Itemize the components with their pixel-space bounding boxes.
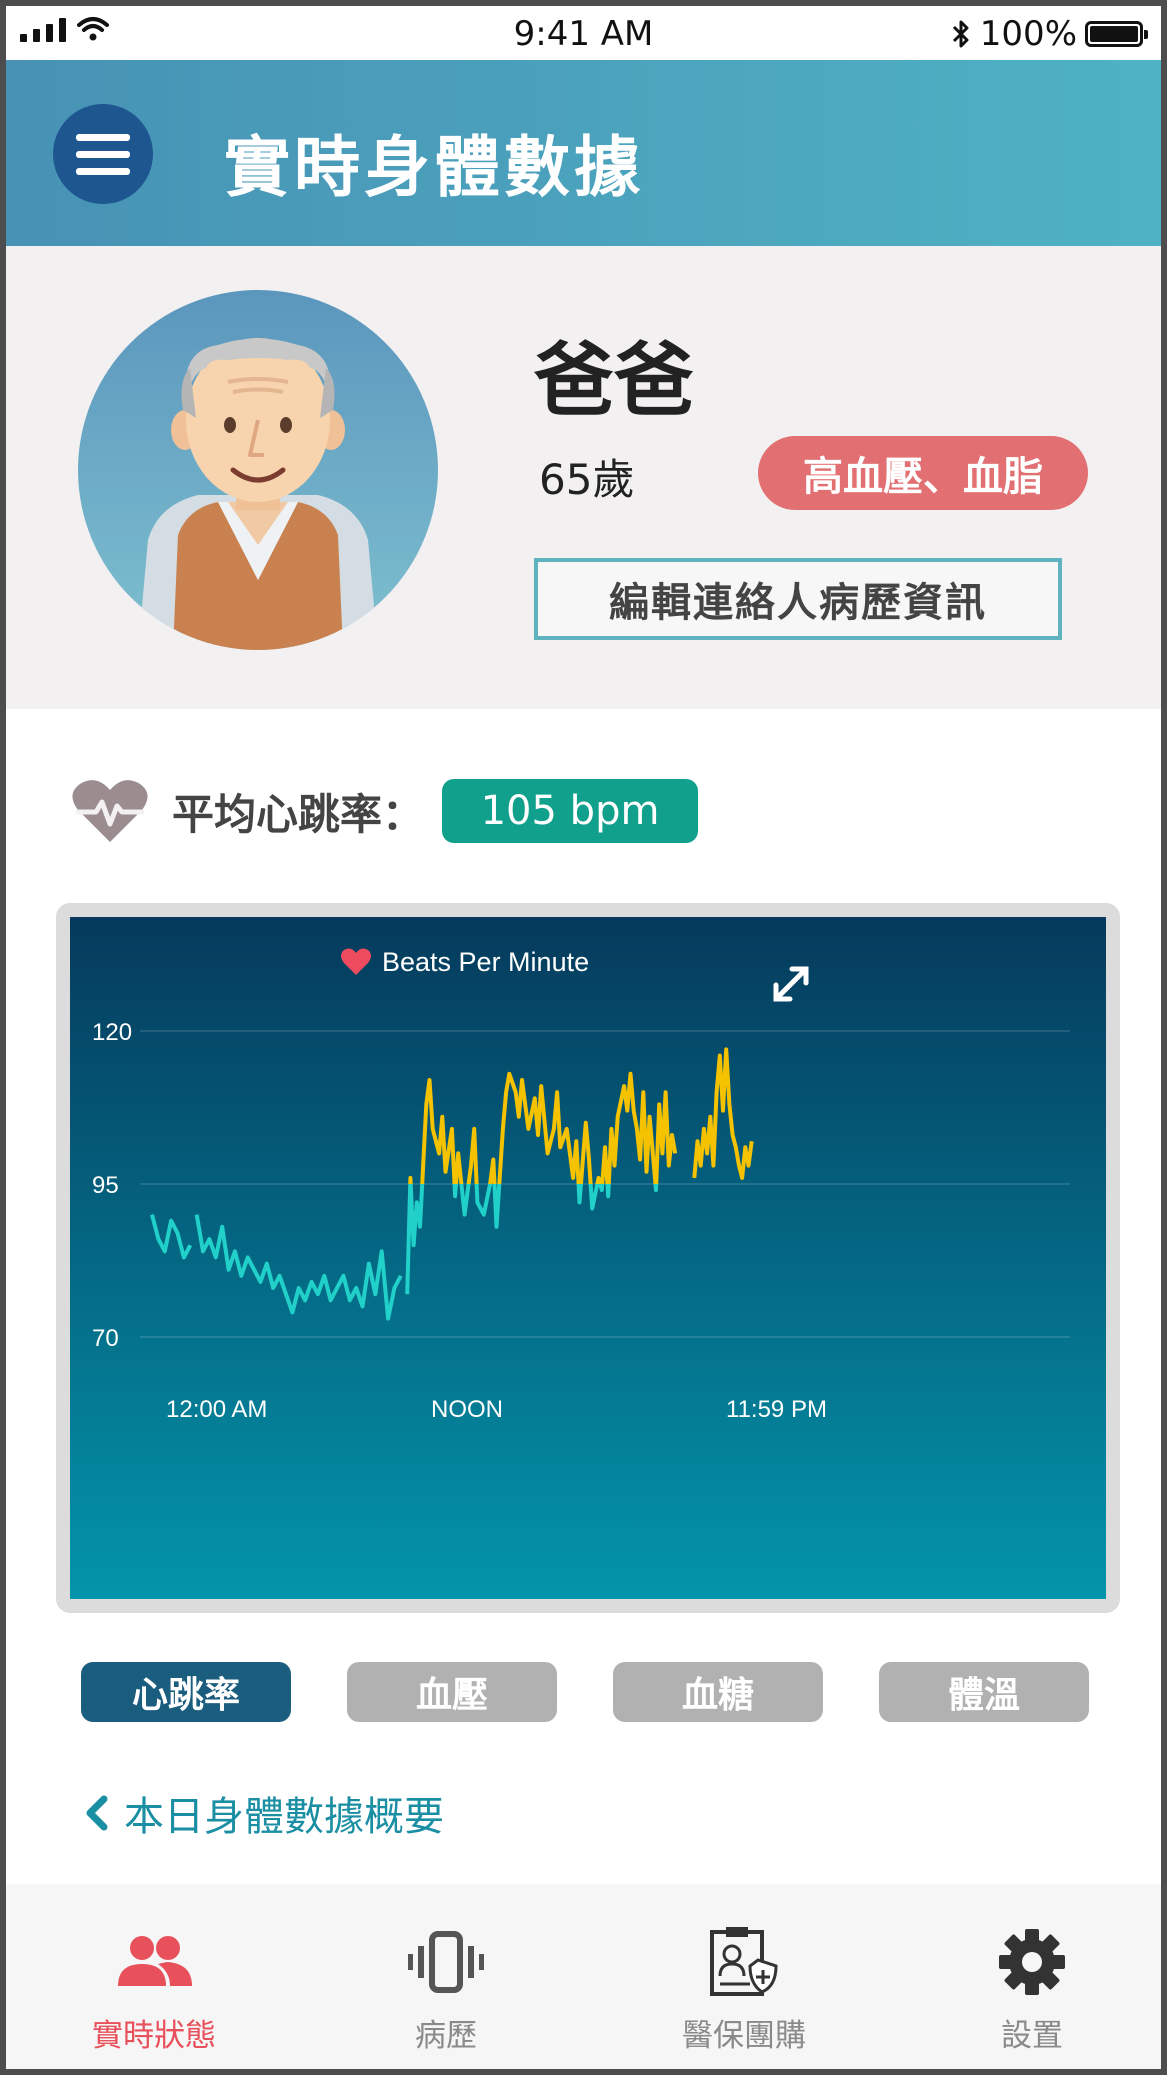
tab-label: 病歷 [415, 2018, 477, 2054]
profile-section: 爸爸 65歲 高血壓、血脂 編輯連絡人病歷資訊 [6, 246, 1161, 709]
contact-age: 65歲 [539, 455, 635, 504]
status-bar: 9:41 AM 100% [6, 6, 1161, 60]
heart-rate-value-badge: 105 bpm [442, 779, 699, 843]
condition-badge: 高血壓、血脂 [758, 436, 1088, 510]
metric-tab-blood-pressure[interactable]: 血壓 [347, 1662, 557, 1722]
gear-icon [999, 1929, 1065, 1995]
y-tick-label: 95 [92, 1172, 119, 1199]
menu-button[interactable] [53, 104, 153, 204]
battery-icon [1085, 21, 1148, 47]
app-frame: 9:41 AM 100% 實時身體數據 爸爸 65歲 高血壓、血脂 編輯連絡人病… [0, 0, 1167, 2075]
bottom-tab-bar: 實時狀態 病歷 醫保團購 設置 [6, 1884, 1161, 2069]
app-header: 實時身體數據 [6, 60, 1161, 246]
chart-svg: 70 95 120 12:00 AM NOON 11:59 PM Beats Per Mi… [70, 917, 1106, 1599]
y-tick-label: 120 [92, 1019, 132, 1046]
edit-medical-info-button[interactable]: 編輯連絡人病歷資訊 [534, 558, 1062, 640]
tab-label: 實時狀態 [92, 2018, 216, 2054]
tab-realtime-status[interactable]: 實時狀態 [54, 1924, 254, 2055]
vibrating-phone-icon [408, 1931, 484, 1993]
heart-rate-icon [72, 780, 148, 842]
hamburger-icon [76, 167, 130, 175]
tab-medical-history[interactable]: 病歷 [346, 1924, 546, 2055]
hamburger-icon [76, 150, 130, 158]
avatar[interactable] [78, 290, 438, 650]
chevron-left-icon [86, 1795, 108, 1831]
page-title: 實時身體數據 [224, 129, 644, 206]
x-tick-label: 11:59 PM [726, 1396, 827, 1423]
hamburger-icon [76, 133, 130, 141]
x-tick-label: 12:00 AM [166, 1396, 267, 1423]
tab-label: 醫保團購 [682, 2018, 806, 2054]
metric-tab-heart-rate[interactable]: 心跳率 [81, 1662, 291, 1722]
metric-tab-temperature[interactable]: 體溫 [879, 1662, 1089, 1722]
daily-summary-label: 本日身體數據概要 [124, 1794, 444, 1840]
heart-rate-chart[interactable]: 70 95 120 12:00 AM NOON 11:59 PM Beats Per Mi… [70, 917, 1106, 1599]
bluetooth-icon [952, 20, 969, 48]
elderly-man-avatar-icon [138, 338, 378, 650]
heart-rate-label: 平均心跳率： [172, 789, 425, 839]
chart-title: Beats Per Minute [382, 947, 589, 977]
heart-rate-row: 平均心跳率： 105 bpm [70, 776, 699, 846]
battery-percent: 100% [979, 14, 1077, 54]
y-tick-label: 70 [92, 1325, 119, 1352]
daily-summary-link[interactable]: 本日身體數據概要 [82, 1784, 444, 1842]
status-right: 100% [950, 14, 1148, 54]
heart-rate-chart-card: 70 95 120 12:00 AM NOON 11:59 PM Beats Per Mi… [56, 903, 1120, 1613]
tab-label: 設置 [1001, 2018, 1063, 2054]
contact-name: 爸爸 [534, 334, 694, 427]
people-icon [118, 1936, 192, 1986]
x-tick-label: NOON [431, 1396, 503, 1423]
metric-tab-blood-sugar[interactable]: 血糖 [613, 1662, 823, 1722]
tab-settings[interactable]: 設置 [932, 1924, 1132, 2055]
tab-insurance-group-buy[interactable]: 醫保團購 [644, 1924, 844, 2055]
insurance-document-icon [710, 1927, 778, 1996]
